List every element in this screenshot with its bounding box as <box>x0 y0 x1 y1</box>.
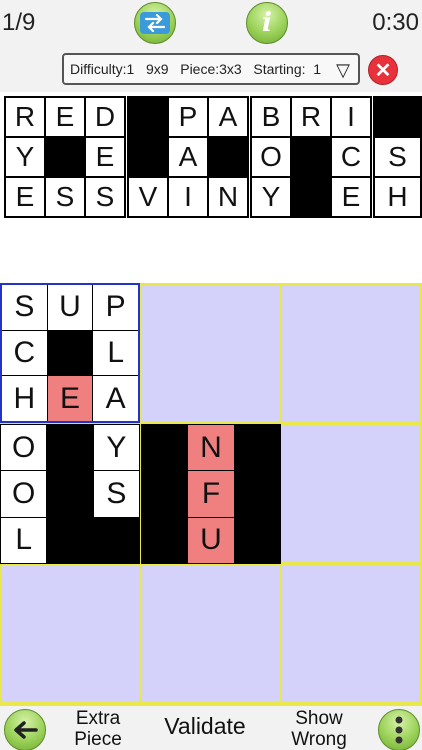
extra-piece-button[interactable]: Extra Piece <box>62 708 134 750</box>
letter-cell: U <box>47 285 93 330</box>
info-icon: i <box>262 8 272 38</box>
black-cell <box>234 517 280 563</box>
tray-piece[interactable]: BRI O C Y E <box>250 96 372 218</box>
letter-cell: S <box>375 138 420 176</box>
wrong-letter-cell: N <box>188 425 234 471</box>
black-cell <box>292 178 330 216</box>
black-cell <box>46 138 84 176</box>
letter-cell: E <box>6 178 44 216</box>
more-dots-icon <box>395 716 403 744</box>
letter-cell: H <box>2 376 47 421</box>
letter-cell: L <box>93 330 138 376</box>
tray-piece[interactable]: PAAVIN <box>127 96 249 218</box>
letter-cell: R <box>292 98 330 136</box>
info-button[interactable]: i <box>246 2 288 44</box>
letter-cell: A <box>209 98 247 136</box>
black-cell <box>292 138 330 176</box>
letter-cell: S <box>46 178 84 216</box>
board-slot[interactable] <box>282 285 420 422</box>
swap-button[interactable] <box>134 2 176 44</box>
black-cell <box>129 138 167 176</box>
black-cell <box>142 471 188 517</box>
back-arrow-icon <box>14 721 38 739</box>
letter-cell: E <box>46 98 84 136</box>
letter-cell: I <box>169 178 207 216</box>
wrong-letter-cell: E <box>47 376 93 421</box>
letter-cell: B <box>252 98 290 136</box>
letter-cell: S <box>93 471 139 517</box>
letter-cell: L <box>1 517 47 563</box>
black-cell <box>142 425 188 471</box>
letter-cell: S <box>2 285 47 330</box>
level-indicator: 1/9 <box>2 9 36 36</box>
puzzle-board: SUPCLHEA OYOSL NFU <box>0 283 422 706</box>
board-piece-middle-left[interactable]: OYOSL <box>0 424 140 564</box>
letter-cell: S <box>86 178 124 216</box>
tray-piece[interactable]: REDYEESS <box>4 96 126 218</box>
black-cell <box>234 425 280 471</box>
settings-text: Difficulty:1 9x9 Piece:3x3 Starting: 1 <box>70 61 322 77</box>
more-button[interactable] <box>378 709 420 750</box>
letter-cell: R <box>6 98 44 136</box>
black-cell <box>47 517 93 563</box>
letter-cell: P <box>169 98 207 136</box>
letter-cell: Y <box>252 178 290 216</box>
letter-cell: Y <box>93 425 139 471</box>
board-piece-middle-center[interactable]: NFU <box>141 424 281 564</box>
board-piece-top-left[interactable]: SUP CL HEA <box>0 283 140 423</box>
black-cell <box>375 98 420 136</box>
timer: 0:30 <box>372 9 419 36</box>
letter-cell: H <box>375 178 420 216</box>
settings-dropdown[interactable]: Difficulty:1 9x9 Piece:3x3 Starting: 1 ▽ <box>62 53 360 85</box>
settings-row: Difficulty:1 9x9 Piece:3x3 Starting: 1 ▽ <box>0 48 422 92</box>
letter-cell: C <box>332 138 370 176</box>
black-cell <box>209 138 247 176</box>
wrong-letter-cell: F <box>188 471 234 517</box>
letter-cell: N <box>209 178 247 216</box>
letter-cell: C <box>2 330 47 376</box>
validate-button[interactable]: Validate <box>150 715 260 738</box>
black-cell <box>234 471 280 517</box>
letter-cell: O <box>1 425 47 471</box>
letter-cell: E <box>86 138 124 176</box>
board-slot[interactable] <box>142 565 280 702</box>
letter-cell: E <box>332 178 370 216</box>
board-slot[interactable] <box>142 285 280 422</box>
letter-cell: A <box>93 376 138 421</box>
close-button[interactable]: ✕ <box>368 55 398 85</box>
top-bar: 1/9 i 0:30 <box>0 0 422 48</box>
letter-cell: Y <box>6 138 44 176</box>
letter-cell: V <box>129 178 167 216</box>
board-slot[interactable] <box>2 565 140 702</box>
board-slot[interactable] <box>282 425 420 562</box>
letter-cell: O <box>1 471 47 517</box>
show-wrong-button[interactable]: Show Wrong <box>280 708 358 750</box>
letter-cell: A <box>169 138 207 176</box>
black-cell <box>47 471 93 517</box>
letter-cell: D <box>86 98 124 136</box>
board-slot[interactable] <box>282 565 420 702</box>
letter-cell: P <box>93 285 138 330</box>
letter-cell: O <box>252 138 290 176</box>
wrong-letter-cell: U <box>188 517 234 563</box>
swap-arrows-icon <box>140 12 170 34</box>
letter-cell: I <box>332 98 370 136</box>
black-cell <box>47 330 93 376</box>
black-cell <box>93 517 139 563</box>
dropdown-arrow-icon: ▽ <box>336 60 350 80</box>
tray-piece[interactable]: SH <box>373 96 422 218</box>
back-button[interactable] <box>4 709 46 750</box>
black-cell <box>47 425 93 471</box>
black-cell <box>142 517 188 563</box>
black-cell <box>129 98 167 136</box>
bottom-bar: Extra Piece Validate Show Wrong <box>0 706 422 750</box>
